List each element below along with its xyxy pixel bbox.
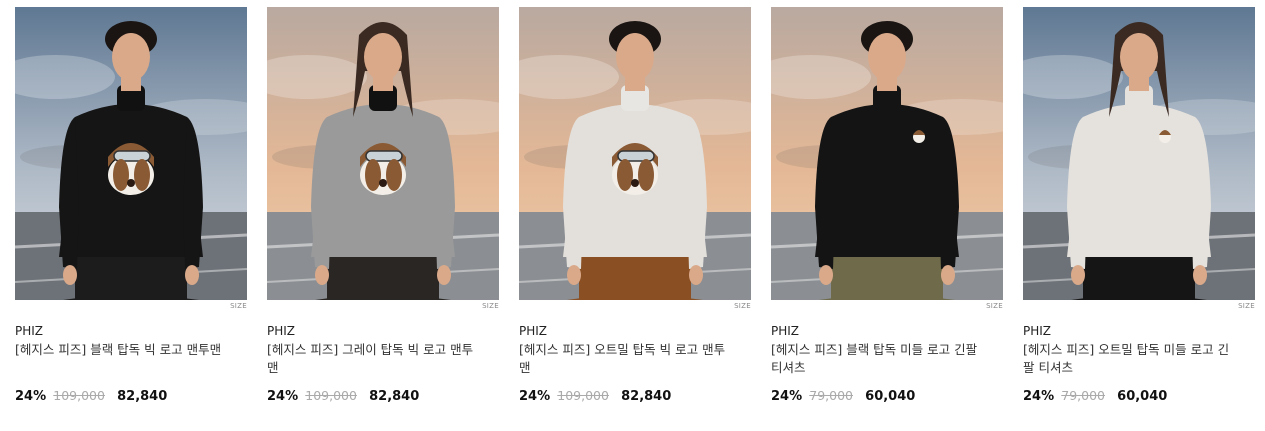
discount-rate: 24% bbox=[267, 389, 299, 404]
brand-name: PHIZ bbox=[771, 324, 800, 338]
dog-logo-graphic bbox=[108, 143, 154, 195]
price-row: 24% 79,000 60,040 bbox=[771, 388, 915, 404]
price-row: 24% 109,000 82,840 bbox=[519, 388, 671, 404]
price-row: 24% 79,000 60,040 bbox=[1023, 388, 1167, 404]
sale-price: 60,040 bbox=[865, 389, 916, 404]
model-photo bbox=[519, 7, 751, 300]
sale-price: 82,840 bbox=[369, 389, 420, 404]
discount-rate: 24% bbox=[771, 389, 803, 404]
product-card[interactable]: SIZE PHIZ [헤지스 피즈] 블랙 탑독 미들 로고 긴팔 티셔츠 24… bbox=[771, 7, 1003, 404]
model-photo bbox=[771, 7, 1003, 300]
model-photo bbox=[267, 7, 499, 300]
original-price: 109,000 bbox=[53, 388, 105, 403]
product-card[interactable]: SIZE PHIZ [헤지스 피즈] 오트밀 탑독 미들 로고 긴팔 티셔츠 2… bbox=[1023, 7, 1255, 404]
discount-rate: 24% bbox=[519, 389, 551, 404]
sale-price: 82,840 bbox=[117, 389, 168, 404]
product-card[interactable]: SIZE PHIZ [헤지스 피즈] 오트밀 탑독 빅 로고 맨투맨 24% 1… bbox=[519, 7, 751, 404]
size-label[interactable]: SIZE bbox=[734, 302, 751, 310]
brand-name: PHIZ bbox=[519, 324, 548, 338]
price-row: 24% 109,000 82,840 bbox=[15, 388, 167, 404]
original-price: 79,000 bbox=[1061, 388, 1106, 403]
product-image[interactable] bbox=[267, 7, 499, 300]
brand-name: PHIZ bbox=[15, 324, 44, 338]
sale-price: 82,840 bbox=[621, 389, 672, 404]
product-image[interactable] bbox=[519, 7, 751, 300]
product-card[interactable]: SIZE PHIZ [헤지스 피즈] 블랙 탑독 빅 로고 맨투맨 24% 10… bbox=[15, 7, 247, 404]
product-image[interactable] bbox=[771, 7, 1003, 300]
size-label[interactable]: SIZE bbox=[482, 302, 499, 310]
sale-price: 60,040 bbox=[1117, 389, 1168, 404]
product-title[interactable]: [헤지스 피즈] 블랙 탑독 빅 로고 맨투맨 bbox=[15, 341, 230, 359]
original-price: 109,000 bbox=[305, 388, 357, 403]
price-row: 24% 109,000 82,840 bbox=[267, 388, 419, 404]
product-title[interactable]: [헤지스 피즈] 그레이 탑독 빅 로고 맨투맨 bbox=[267, 341, 482, 377]
product-title[interactable]: [헤지스 피즈] 오트밀 탑독 미들 로고 긴팔 티셔츠 bbox=[1023, 341, 1238, 377]
original-price: 79,000 bbox=[809, 388, 854, 403]
product-title[interactable]: [헤지스 피즈] 오트밀 탑독 빅 로고 맨투맨 bbox=[519, 341, 734, 377]
discount-rate: 24% bbox=[1023, 389, 1055, 404]
model-photo bbox=[1023, 7, 1255, 300]
product-image[interactable] bbox=[15, 7, 247, 300]
dog-logo-graphic bbox=[612, 143, 658, 195]
size-label[interactable]: SIZE bbox=[230, 302, 247, 310]
discount-rate: 24% bbox=[15, 389, 47, 404]
size-label[interactable]: SIZE bbox=[986, 302, 1003, 310]
original-price: 109,000 bbox=[557, 388, 609, 403]
dog-logo-graphic bbox=[360, 143, 406, 195]
brand-name: PHIZ bbox=[267, 324, 296, 338]
model-photo bbox=[15, 7, 247, 300]
brand-name: PHIZ bbox=[1023, 324, 1052, 338]
product-card[interactable]: SIZE PHIZ [헤지스 피즈] 그레이 탑독 빅 로고 맨투맨 24% 1… bbox=[267, 7, 499, 404]
product-image[interactable] bbox=[1023, 7, 1255, 300]
product-title[interactable]: [헤지스 피즈] 블랙 탑독 미들 로고 긴팔 티셔츠 bbox=[771, 341, 986, 377]
size-label[interactable]: SIZE bbox=[1238, 302, 1255, 310]
product-grid: SIZE PHIZ [헤지스 피즈] 블랙 탑독 빅 로고 맨투맨 24% 10… bbox=[0, 0, 1265, 431]
